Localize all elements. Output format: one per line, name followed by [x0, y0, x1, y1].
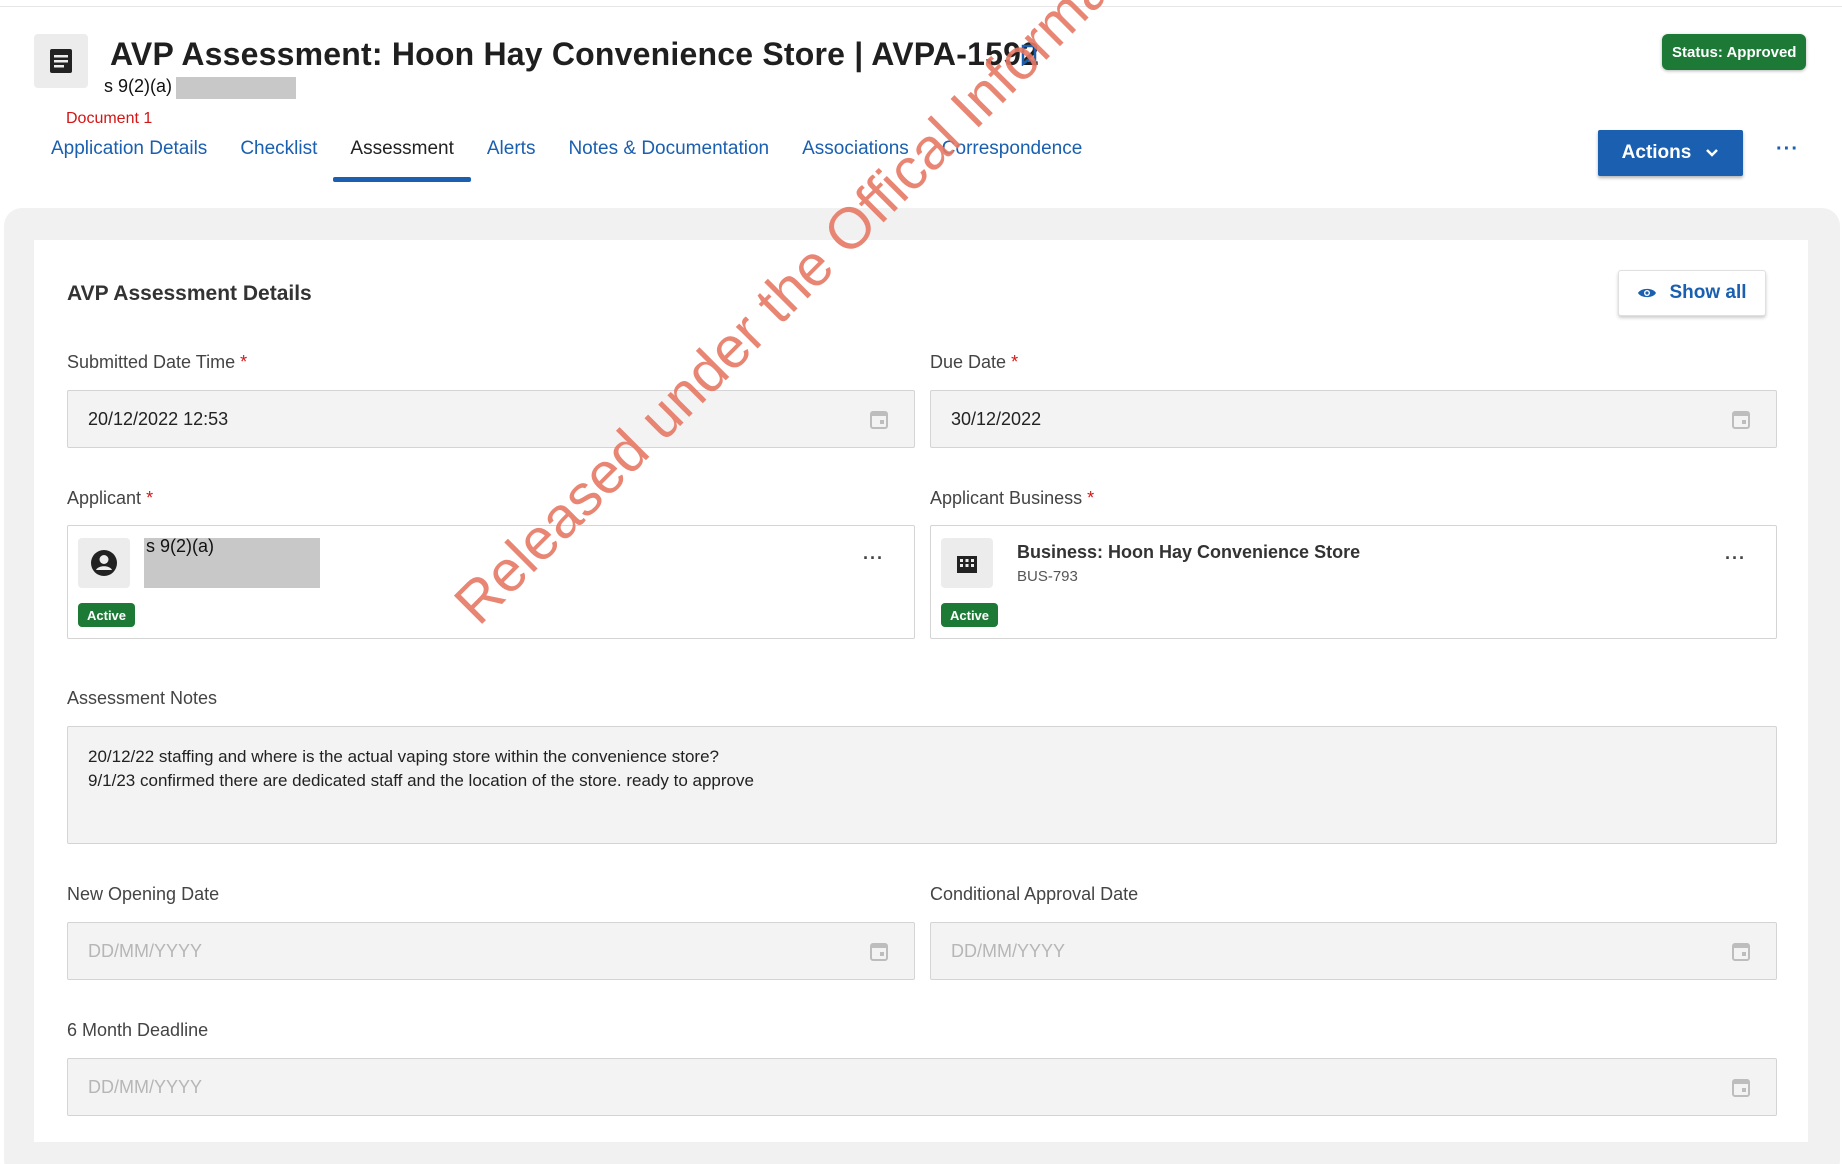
calendar-icon[interactable]	[1732, 1077, 1750, 1097]
due-date-value: 30/12/2022	[951, 408, 1042, 429]
record-icon	[34, 34, 88, 88]
applicant-business-label: Applicant Business *	[930, 488, 1095, 508]
bookmark-icon[interactable]	[1021, 44, 1037, 71]
business-id: BUS-793	[1017, 568, 1078, 585]
date-placeholder: DD/MM/YYYY	[88, 940, 203, 961]
chevron-down-icon	[1706, 149, 1719, 157]
submitted-date-field[interactable]: 20/12/2022 12:53	[67, 390, 915, 448]
redaction-label: s 9(2)(a)	[146, 536, 215, 556]
new-opening-date-field[interactable]: DD/MM/YYYY	[67, 922, 915, 980]
user-icon	[78, 538, 130, 588]
calendar-icon[interactable]	[870, 941, 888, 961]
tab-alerts[interactable]: Alerts	[487, 138, 536, 174]
tab-bar: Application Details Checklist Assessment…	[51, 138, 1115, 182]
notes-line: 20/12/22 staffing and where is the actua…	[88, 747, 719, 766]
applicant-label: Applicant *	[67, 488, 154, 508]
business-more-button[interactable]: ···	[1725, 548, 1746, 569]
calendar-icon[interactable]	[870, 409, 888, 429]
conditional-approval-date-label: Conditional Approval Date	[930, 884, 1139, 904]
date-placeholder: DD/MM/YYYY	[951, 940, 1066, 961]
status-badge: Active	[941, 603, 999, 627]
show-all-label: Show all	[1669, 282, 1747, 303]
tab-checklist[interactable]: Checklist	[240, 138, 317, 174]
due-date-label: Due Date *	[930, 352, 1019, 372]
more-options-button[interactable]: ···	[1776, 138, 1799, 161]
due-date-field[interactable]: 30/12/2022	[930, 390, 1777, 448]
assessment-card	[34, 240, 1808, 1142]
applicant-business-lookup[interactable]: Business: Hoon Hay Convenience Store BUS…	[930, 525, 1777, 639]
actions-label: Actions	[1621, 142, 1692, 163]
page-title: AVP Assessment: Hoon Hay Convenience Sto…	[110, 36, 1040, 72]
tab-assessment[interactable]: Assessment	[333, 138, 472, 182]
redaction-label: s 9(2)(a)	[104, 76, 173, 96]
business-name[interactable]: Business: Hoon Hay Convenience Store	[1017, 542, 1360, 563]
calendar-icon[interactable]	[1732, 941, 1750, 961]
calendar-icon[interactable]	[1732, 409, 1750, 429]
new-opening-date-label: New Opening Date	[67, 884, 220, 904]
assessment-notes-label: Assessment Notes	[67, 688, 218, 708]
status-badge: Status: Approved	[1662, 34, 1807, 70]
tab-associations[interactable]: Associations	[802, 138, 909, 174]
top-divider	[0, 6, 1842, 7]
tab-correspondence[interactable]: Correspondence	[942, 138, 1082, 174]
tab-application-details[interactable]: Application Details	[51, 138, 207, 174]
applicant-more-button[interactable]: ···	[863, 548, 884, 569]
conditional-approval-date-field[interactable]: DD/MM/YYYY	[930, 922, 1777, 980]
six-month-deadline-label: 6 Month Deadline	[67, 1020, 209, 1040]
six-month-deadline-field[interactable]: DD/MM/YYYY	[67, 1058, 1777, 1116]
assessment-notes-field[interactable]: 20/12/22 staffing and where is the actua…	[67, 726, 1777, 844]
submitted-date-value: 20/12/2022 12:53	[88, 408, 229, 429]
date-placeholder: DD/MM/YYYY	[88, 1076, 203, 1097]
applicant-lookup[interactable]: s 9(2)(a) Active ···	[67, 525, 915, 639]
submitted-date-label: Submitted Date Time *	[67, 352, 248, 372]
document-label: Document 1	[66, 110, 153, 127]
status-badge: Active	[78, 603, 136, 627]
redaction-box	[176, 77, 296, 99]
section-title: AVP Assessment Details	[67, 282, 312, 305]
eye-icon	[1638, 288, 1657, 298]
actions-button[interactable]: Actions	[1598, 130, 1743, 176]
show-all-button[interactable]: Show all	[1618, 270, 1766, 316]
notes-line: 9/1/23 confirmed there are dedicated sta…	[88, 771, 754, 790]
building-icon	[941, 538, 993, 588]
tab-notes-documentation[interactable]: Notes & Documentation	[568, 138, 769, 174]
